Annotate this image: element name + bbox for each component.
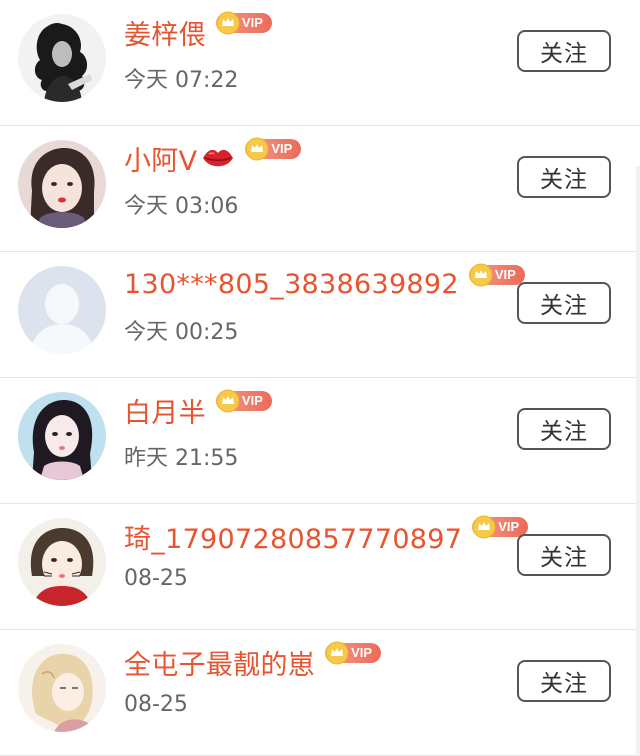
follow-button[interactable]: 关注 bbox=[517, 156, 611, 198]
user-name[interactable]: 小阿V bbox=[124, 139, 197, 178]
follow-time: 08-25 bbox=[124, 566, 188, 591]
follow-time: 昨天 21:55 bbox=[124, 446, 239, 471]
follow-button[interactable]: 关注 bbox=[517, 534, 611, 576]
follow-button[interactable]: 关注 bbox=[517, 408, 611, 450]
avatar[interactable] bbox=[18, 14, 106, 102]
avatar[interactable] bbox=[18, 392, 106, 480]
user-name-line: 小阿V VIP bbox=[124, 136, 302, 180]
user-name-line: 130***805_3838639892 VIP bbox=[124, 262, 525, 306]
avatar[interactable] bbox=[18, 140, 106, 228]
crown-coin-icon bbox=[325, 641, 349, 665]
list-item[interactable]: 130***805_3838639892 VIP 今天 00:25 关注 bbox=[0, 252, 640, 378]
crown-coin-icon bbox=[216, 11, 240, 35]
user-name-line: 白月半 VIP bbox=[124, 388, 272, 432]
avatar[interactable] bbox=[18, 644, 106, 732]
user-name[interactable]: 琦_17907280857770897 bbox=[124, 517, 462, 556]
avatar[interactable] bbox=[18, 518, 106, 606]
user-name[interactable]: 全屯子最靓的崽 bbox=[124, 643, 315, 682]
list-item[interactable]: 姜梓偎 VIP 今天 07:22 关注 bbox=[0, 0, 640, 126]
crown-coin-icon bbox=[245, 137, 269, 161]
vip-badge: VIP bbox=[325, 641, 382, 665]
vip-badge: VIP bbox=[215, 389, 272, 413]
follower-list: 姜梓偎 VIP 今天 07:22 关注 小阿V VIP 今天 03:06 关注 … bbox=[0, 0, 640, 756]
follow-button[interactable]: 关注 bbox=[517, 660, 611, 702]
vip-badge: VIP bbox=[245, 137, 302, 161]
vip-badge: VIP bbox=[468, 263, 525, 287]
crown-coin-icon bbox=[469, 263, 493, 287]
follow-time: 今天 07:22 bbox=[124, 68, 239, 93]
follow-button[interactable]: 关注 bbox=[517, 282, 611, 324]
scrollbar[interactable] bbox=[636, 166, 640, 754]
follow-time: 今天 03:06 bbox=[124, 194, 239, 219]
follow-button[interactable]: 关注 bbox=[517, 30, 611, 72]
list-item[interactable]: 小阿V VIP 今天 03:06 关注 bbox=[0, 126, 640, 252]
crown-coin-icon bbox=[216, 389, 240, 413]
user-name-line: 全屯子最靓的崽 VIP bbox=[124, 640, 382, 684]
follow-time: 08-25 bbox=[124, 692, 188, 717]
follow-time: 今天 00:25 bbox=[124, 320, 239, 345]
user-name-line: 姜梓偎 VIP bbox=[124, 10, 272, 54]
user-name[interactable]: 白月半 bbox=[124, 391, 206, 430]
user-name[interactable]: 130***805_3838639892 bbox=[124, 269, 459, 300]
list-item[interactable]: 白月半 VIP 昨天 21:55 关注 bbox=[0, 378, 640, 504]
avatar[interactable] bbox=[18, 266, 106, 354]
vip-badge: VIP bbox=[215, 11, 272, 35]
crown-coin-icon bbox=[472, 515, 496, 539]
user-name[interactable]: 姜梓偎 bbox=[124, 13, 206, 52]
lips-emoji-icon bbox=[201, 145, 235, 171]
user-name-line: 琦_17907280857770897 VIP bbox=[124, 514, 529, 558]
list-item[interactable]: 全屯子最靓的崽 VIP 08-25 关注 bbox=[0, 630, 640, 756]
list-item[interactable]: 琦_17907280857770897 VIP 08-25 关注 bbox=[0, 504, 640, 630]
